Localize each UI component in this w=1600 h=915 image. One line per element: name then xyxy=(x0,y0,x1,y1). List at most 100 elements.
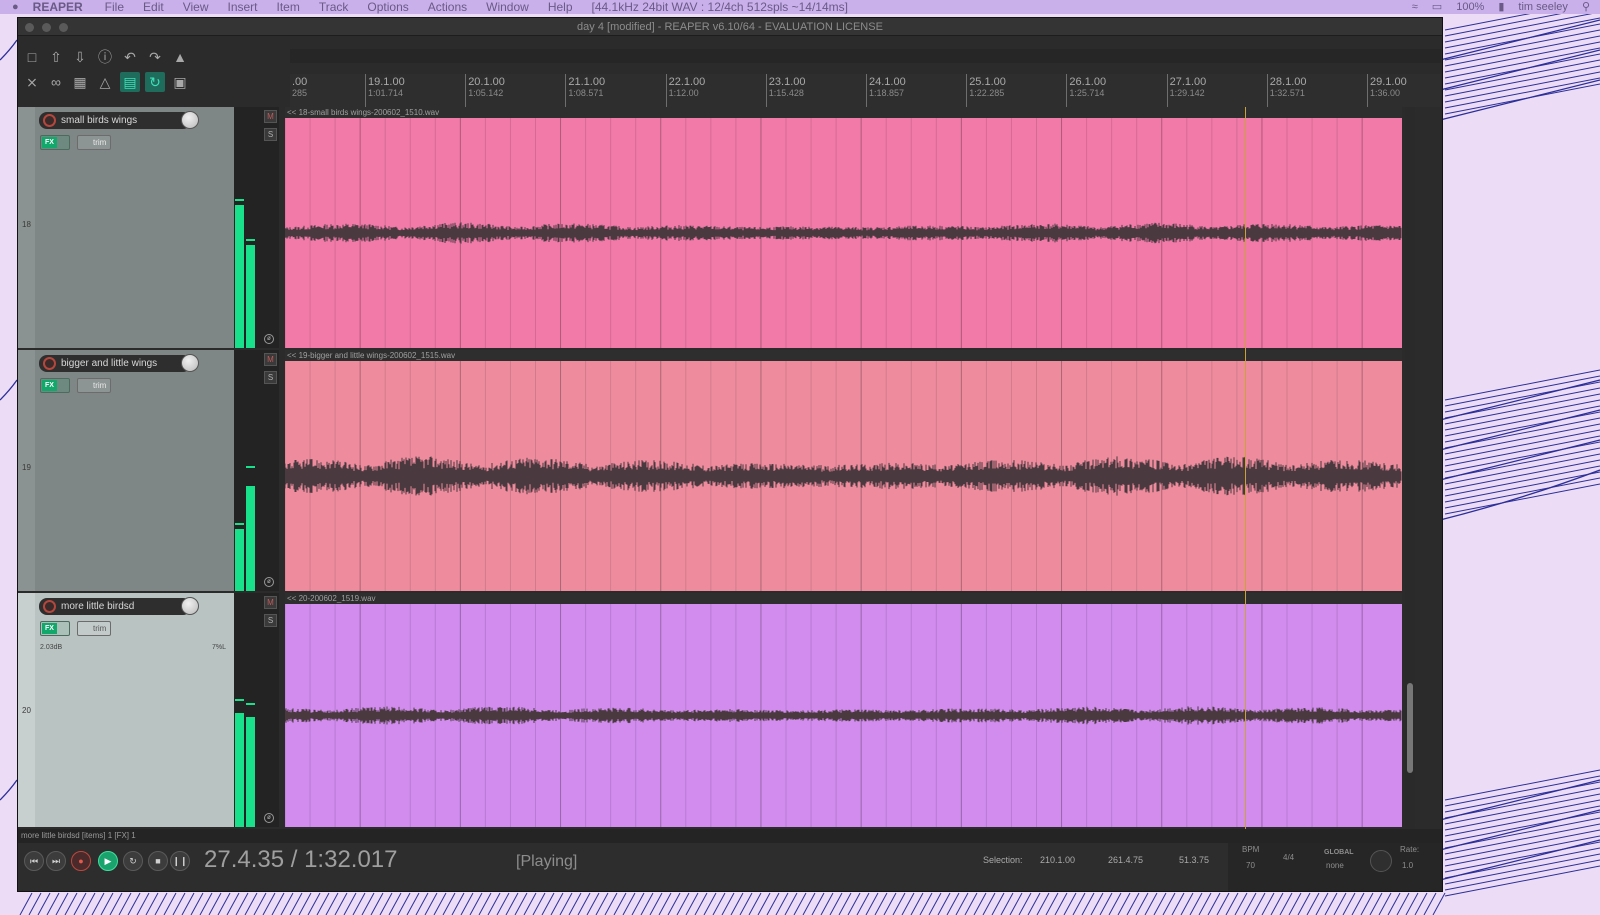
save-project-icon[interactable]: ⇩ xyxy=(70,47,90,67)
ruler-tick xyxy=(465,74,467,107)
meter-peak-right xyxy=(246,703,255,705)
stop-icon[interactable]: ■ xyxy=(148,851,168,871)
track-control-panel[interactable]: 19 bigger and little wings FX trim xyxy=(18,350,234,593)
ruler-time-label: 1:18.857 xyxy=(869,88,905,98)
timeline-ruler[interactable]: .00 285 19.1.00 1:01.714 20.1.00 1:05.142 21… xyxy=(290,74,1441,107)
phase-invert-icon[interactable]: ø xyxy=(264,813,274,823)
window-title-bar: day 4 [modified] - REAPER v6.10/64 - EVA… xyxy=(18,18,1442,36)
audio-device-status[interactable]: [44.1kHz 24bit WAV : 12/4ch 512spls ~14/… xyxy=(592,0,848,14)
media-item-label[interactable]: << 19-bigger and little wings-200602_151… xyxy=(285,350,1402,361)
track-lane[interactable]: << 19-bigger and little wings-200602_151… xyxy=(285,350,1402,593)
media-item-label[interactable]: << 20-200602_1519.wav xyxy=(285,593,1402,604)
snap-grid-icon[interactable]: ▤ xyxy=(120,72,140,92)
new-project-icon[interactable]: □ xyxy=(22,47,42,67)
redo-icon[interactable]: ↷ xyxy=(145,47,165,67)
solo-button[interactable]: S xyxy=(264,614,277,627)
track-control-panel[interactable]: 18 small birds wings FX trim xyxy=(18,107,234,350)
media-item-waveform[interactable] xyxy=(285,604,1402,827)
global-automation-label[interactable]: GLOBAL xyxy=(1324,849,1354,856)
automation-trim-button[interactable]: trim xyxy=(77,378,111,393)
metronome-icon[interactable]: ▲ xyxy=(170,47,190,67)
vertical-scrollbar-thumb[interactable] xyxy=(1407,683,1413,773)
spotlight-search-icon[interactable]: ⚲ xyxy=(1582,0,1590,14)
selection-length[interactable]: 51.3.75 xyxy=(1179,855,1209,865)
track-lane[interactable]: << 18-small birds wings-200602_1510.wav xyxy=(285,107,1402,350)
minimize-window-button[interactable] xyxy=(42,23,51,32)
track-name[interactable]: more little birdsd xyxy=(39,597,199,615)
open-project-icon[interactable]: ⇧ xyxy=(46,47,66,67)
media-item-waveform[interactable] xyxy=(285,118,1402,348)
menu-options[interactable]: Options xyxy=(367,0,408,14)
menu-window[interactable]: Window xyxy=(486,0,529,14)
ruler-region-bar[interactable] xyxy=(290,49,1441,63)
volume-knob[interactable] xyxy=(181,111,199,129)
ripple-edit-icon[interactable]: ⨯ xyxy=(22,72,42,92)
user-name[interactable]: tim seeley xyxy=(1518,0,1568,14)
menu-help[interactable]: Help xyxy=(548,0,573,14)
lock-icon[interactable]: ▣ xyxy=(170,72,190,92)
solo-button[interactable]: S xyxy=(264,128,277,141)
solo-button[interactable]: S xyxy=(264,371,277,384)
fx-button[interactable]: FX xyxy=(40,378,70,393)
media-item-label[interactable]: << 18-small birds wings-200602_1510.wav xyxy=(285,107,1402,118)
battery-icon[interactable]: ▮ xyxy=(1498,0,1504,14)
menu-actions[interactable]: Actions xyxy=(428,0,467,14)
apple-menu-icon[interactable]: ● xyxy=(12,0,19,14)
menu-item[interactable]: Item xyxy=(277,0,300,14)
menu-insert[interactable]: Insert xyxy=(228,0,258,14)
record-icon[interactable]: ● xyxy=(71,851,91,871)
track-control-panel-selected[interactable]: 20 more little birdsd FX trim 2.03dB 7%L xyxy=(18,593,234,829)
time-signature[interactable]: 4/4 xyxy=(1283,853,1294,862)
fx-button[interactable]: FX xyxy=(40,135,70,150)
automation-trim-button[interactable]: trim xyxy=(77,621,111,636)
automation-trim-button[interactable]: trim xyxy=(77,135,111,150)
menu-edit[interactable]: Edit xyxy=(143,0,164,14)
playhead-cursor[interactable] xyxy=(1245,107,1246,829)
track-name[interactable]: small birds wings xyxy=(39,111,199,129)
global-automation-value[interactable]: none xyxy=(1326,861,1344,870)
link-icon[interactable]: ∞ xyxy=(46,72,66,92)
time-display[interactable]: 27.4.35 / 1:32.017 xyxy=(204,846,398,874)
go-to-end-icon[interactable]: ⏭ xyxy=(46,851,66,871)
project-info-icon[interactable]: ⓘ xyxy=(95,47,115,67)
menu-file[interactable]: File xyxy=(105,0,124,14)
play-icon[interactable]: ▶ xyxy=(98,851,118,871)
display-icon[interactable]: ▭ xyxy=(1432,0,1442,14)
rate-value[interactable]: 1.0 xyxy=(1402,861,1413,870)
battery-percent[interactable]: 100% xyxy=(1456,0,1484,14)
bpm-value[interactable]: 70 xyxy=(1246,861,1255,870)
media-item-waveform[interactable] xyxy=(285,361,1402,591)
play-state: [Playing] xyxy=(516,853,578,870)
close-window-button[interactable] xyxy=(25,23,34,32)
menu-track[interactable]: Track xyxy=(319,0,349,14)
zoom-window-button[interactable] xyxy=(59,23,68,32)
selection-end[interactable]: 261.4.75 xyxy=(1108,855,1143,865)
track-lane[interactable]: << 20-200602_1519.wav xyxy=(285,593,1402,829)
ruler-time-label: 1:32.571 xyxy=(1269,88,1305,98)
go-to-start-icon[interactable]: ⏮ xyxy=(24,851,44,871)
volume-knob[interactable] xyxy=(181,597,199,615)
mute-button[interactable]: M xyxy=(264,110,277,123)
undo-icon[interactable]: ↶ xyxy=(120,47,140,67)
record-arm-button[interactable] xyxy=(43,357,56,370)
grouping-icon[interactable]: ▦ xyxy=(70,72,90,92)
wifi-icon[interactable]: ≈ xyxy=(1412,0,1418,14)
mute-button[interactable]: M xyxy=(264,353,277,366)
mute-button[interactable]: M xyxy=(264,596,277,609)
envelope-icon[interactable]: △ xyxy=(95,72,115,92)
volume-knob[interactable] xyxy=(181,354,199,372)
record-arm-button[interactable] xyxy=(43,600,56,613)
fx-button[interactable]: FX xyxy=(40,621,70,636)
pause-icon[interactable]: ❙❙ xyxy=(170,851,190,871)
loop-icon[interactable]: ↻ xyxy=(145,72,165,92)
app-menu-reaper[interactable]: REAPER xyxy=(33,0,83,14)
selection-start[interactable]: 210.1.00 xyxy=(1040,855,1075,865)
record-arm-button[interactable] xyxy=(43,114,56,127)
ruler-tick xyxy=(1367,74,1368,107)
menu-view[interactable]: View xyxy=(183,0,209,14)
track-name[interactable]: bigger and little wings xyxy=(39,354,199,372)
phase-invert-icon[interactable]: ø xyxy=(264,334,274,344)
repeat-icon[interactable]: ↻ xyxy=(123,851,143,871)
phase-invert-icon[interactable]: ø xyxy=(264,577,274,587)
playrate-knob[interactable] xyxy=(1370,850,1392,872)
